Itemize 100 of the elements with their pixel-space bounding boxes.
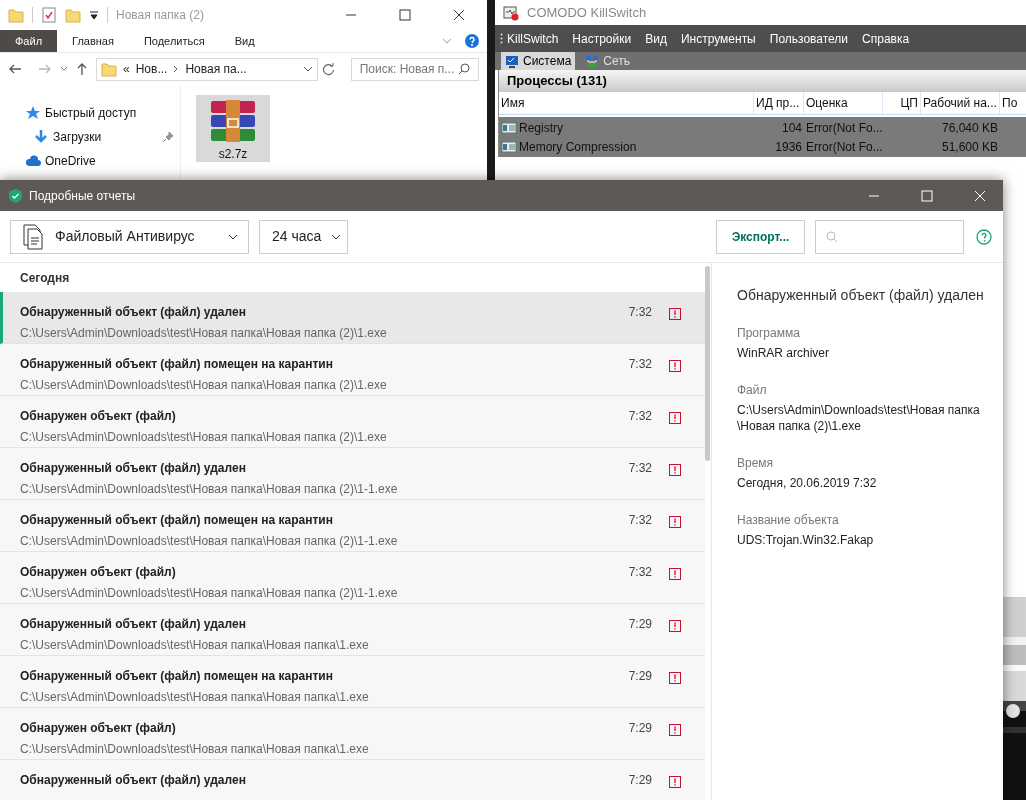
field-value: Сегодня, 20.06.2019 7:32	[737, 475, 878, 491]
file-item[interactable]: s2.7z	[196, 95, 270, 162]
menu-item[interactable]: KillSwitch	[507, 29, 559, 48]
event-path: C:\Users\Admin\Downloads\test\Новая папка\Новая папка (2)\1.exe	[20, 429, 388, 446]
event-title: Обнаруженный объект (файл) помещен на карантин	[20, 356, 334, 373]
process-icon	[501, 121, 517, 134]
event-time: 7:29	[628, 616, 652, 633]
window-title: COMODO KillSwitch	[527, 3, 647, 22]
maximize-icon[interactable]	[399, 9, 411, 21]
help-icon[interactable]	[465, 34, 479, 48]
alert-icon	[669, 568, 681, 580]
event-row[interactable]: Обнаруженный объект (файл) удален C:\Users\Admin\Downloads\test\Новая папка\Новая папка (2)\1.exe 7:32	[0, 292, 705, 344]
back-arrow-icon[interactable]	[8, 63, 22, 75]
tab[interactable]: Сеть	[581, 52, 635, 70]
alert-icon	[669, 620, 681, 632]
chevron-down-icon	[331, 233, 342, 240]
close-icon[interactable]	[453, 9, 465, 21]
event-time: 7:32	[628, 564, 652, 581]
component-dropdown[interactable]: Файловый Антивирус	[10, 219, 249, 254]
event-title: Обнаруженный объект (файл) удален	[20, 616, 247, 633]
properties-icon[interactable]	[41, 7, 57, 23]
menu-item[interactable]: Справка	[862, 29, 910, 48]
field-label: Программа	[737, 325, 801, 342]
event-path: C:\Users\Admin\Downloads\test\Новая папка\Новая папка (2)\1-1.exe	[20, 585, 399, 602]
event-title: Обнаружен объект (файл)	[20, 564, 177, 581]
download-arrow-icon	[33, 129, 49, 145]
refresh-icon[interactable]	[321, 62, 335, 76]
search-icon	[458, 63, 470, 75]
overflow-chevron[interactable]: «	[123, 60, 130, 78]
event-path: C:\Users\Admin\Downloads\test\Новая папка\Новая папка\1.exe	[20, 741, 370, 758]
menu-item[interactable]: Пользователи	[769, 29, 849, 48]
nav-item[interactable]: Загрузки	[53, 128, 158, 146]
app-icon	[503, 4, 519, 21]
archive-icon	[209, 99, 257, 143]
scrollbar-thumb[interactable]	[705, 266, 710, 461]
event-time: 7:29	[628, 772, 652, 789]
ribbon-tab[interactable]: Главная	[57, 30, 129, 52]
file-name: s2.7z	[218, 146, 248, 163]
search-field[interactable]	[815, 219, 964, 254]
alert-icon	[669, 464, 681, 476]
nav-item[interactable]: Быстрый доступ	[45, 104, 180, 122]
column-header[interactable]: ИД пр...	[754, 92, 804, 114]
alert-icon	[669, 412, 681, 424]
event-time: 7:29	[628, 720, 652, 737]
field-label: Файл	[737, 382, 768, 399]
folder-icon	[101, 61, 117, 77]
breadcrumb-item[interactable]: Новая па...	[185, 60, 247, 78]
event-title: Обнаруженный объект (файл) удален	[20, 304, 247, 321]
menu-item[interactable]: Настройки	[572, 29, 632, 48]
column-header[interactable]: По	[1000, 92, 1026, 114]
alert-icon	[669, 516, 681, 528]
address-bar[interactable]: « Нов... Новая па...	[96, 57, 318, 81]
up-arrow-icon[interactable]	[76, 62, 88, 76]
column-header[interactable]: Оценка	[804, 92, 883, 114]
column-header[interactable]: Имя	[499, 92, 754, 114]
search-field[interactable]: Поиск: Новая п...	[350, 57, 479, 81]
chevron-down-icon[interactable]	[60, 65, 68, 73]
event-path: C:\Users\Admin\Downloads\test\Новая папка\Новая папка (2)\1.exe	[20, 377, 388, 394]
ribbon-tab[interactable]: Поделиться	[128, 30, 220, 52]
table-cell-text: Memory Compression	[519, 138, 637, 156]
field-label: Время	[737, 455, 775, 472]
breadcrumb-item[interactable]: Нов...	[135, 60, 168, 78]
tab[interactable]: Система	[501, 52, 576, 70]
column-header[interactable]: Рабочий на...	[921, 92, 1000, 114]
column-header[interactable]: ЦП	[883, 92, 921, 114]
folder-icon	[8, 7, 24, 23]
export-button[interactable]: Экспорт...	[716, 219, 805, 254]
process-icon	[501, 140, 517, 153]
event-title: Обнаруженный объект (файл) удален	[20, 772, 247, 789]
event-path: C:\Users\Admin\Downloads\test\Новая папка\Новая папка (2)\1.exe	[20, 325, 388, 342]
event-time: 7:32	[628, 408, 652, 425]
event-time: 7:32	[628, 356, 652, 373]
chevron-right-icon	[173, 65, 180, 73]
group-header: Сегодня	[0, 263, 705, 292]
nav-item[interactable]: OneDrive	[45, 152, 180, 170]
documents-icon	[21, 223, 43, 250]
chevron-down-icon[interactable]	[302, 65, 313, 73]
grip-icon	[500, 33, 503, 44]
star-icon	[25, 105, 41, 121]
event-title: Обнаруженный объект (файл) удален	[20, 460, 247, 477]
ribbon-tab[interactable]: Файл	[0, 30, 58, 52]
event-path: C:\Users\Admin\Downloads\test\Новая папка\Новая папка\1.exe	[20, 637, 370, 654]
alert-icon	[669, 672, 681, 684]
menu-item[interactable]: Инструменты	[680, 29, 756, 48]
cloud-icon	[25, 153, 41, 169]
table-cell-text: 76,040 KB	[940, 119, 999, 137]
help-icon[interactable]	[976, 228, 992, 245]
table-cell-text: 1936	[774, 138, 803, 156]
window-title: Подробные отчеты	[29, 187, 137, 205]
dropdown-icon[interactable]	[89, 10, 99, 20]
table-cell-text: Error(Not Fo...	[805, 119, 883, 137]
menu-item[interactable]: Вид	[645, 29, 667, 48]
details-title: Обнаруженный объект (файл) удален	[737, 286, 985, 305]
alert-icon	[669, 308, 681, 320]
event-time: 7:32	[628, 512, 652, 529]
period-dropdown[interactable]: 24 часа	[259, 219, 348, 254]
chevron-down-icon	[228, 233, 238, 240]
ribbon-tab[interactable]: Вид	[219, 30, 270, 52]
panel-title: Процессы (131)	[499, 70, 1026, 92]
field-label: Название объекта	[737, 512, 840, 529]
